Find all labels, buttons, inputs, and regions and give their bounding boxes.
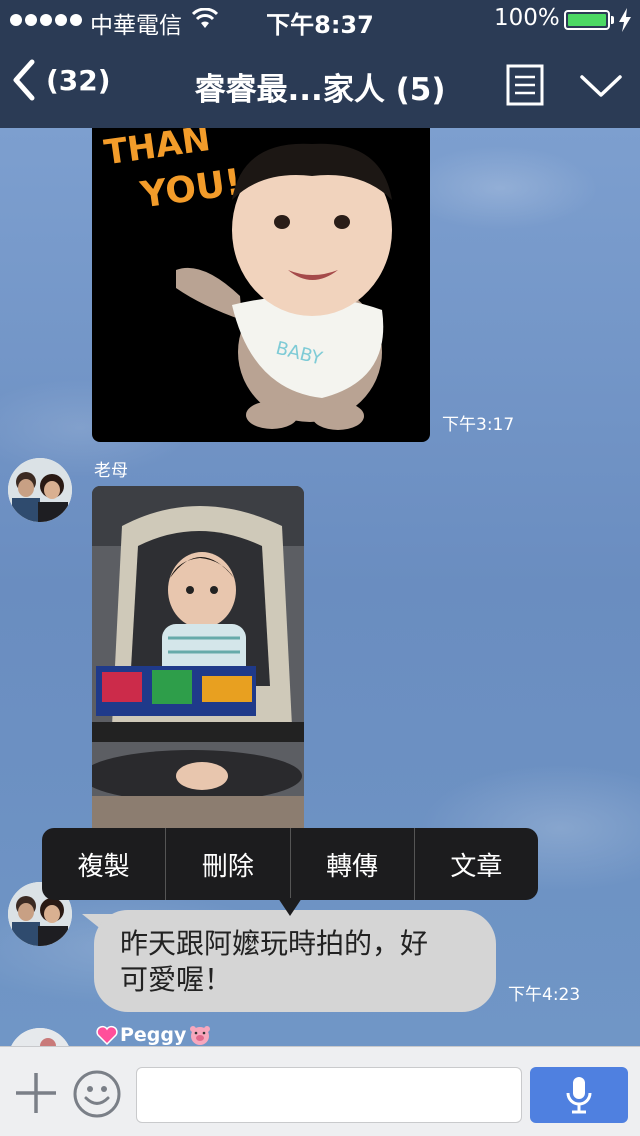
notes-icon[interactable]	[506, 64, 544, 106]
unread-count: (32)	[46, 63, 111, 97]
avatar[interactable]	[8, 1028, 72, 1046]
sticker-image[interactable]: THAN YOU! BABY	[92, 128, 430, 442]
nav-bar: (32) 睿睿最...家人 (5)	[0, 40, 640, 128]
post-menu-item[interactable]: 文章	[415, 828, 538, 900]
chevron-left-icon	[13, 59, 35, 101]
sticker-illustration: THAN YOU! BABY	[102, 128, 392, 430]
sender-name: 老母	[94, 461, 128, 481]
status-bar: 中華電信 下午8:37 100%	[0, 0, 640, 40]
delete-menu-item[interactable]: 刪除	[166, 828, 291, 900]
context-menu-pointer	[278, 898, 302, 916]
avatar-photo	[8, 458, 72, 522]
context-menu: 複製 刪除 轉傳 文章	[42, 828, 538, 900]
message-input[interactable]	[136, 1067, 522, 1123]
message-timestamp: 下午3:17	[442, 415, 515, 435]
battery-icon	[564, 10, 610, 30]
message-text-line1: 昨天跟阿嬤玩時拍的，好	[120, 927, 429, 960]
battery-tip	[611, 16, 614, 24]
pig-icon	[190, 1026, 211, 1045]
copy-menu-item[interactable]: 複製	[42, 828, 167, 900]
chat-area[interactable]: THAN YOU! BABY 下午3:17 老母 複製 刪除 轉傳 文章 昨天跟…	[0, 128, 640, 1046]
sticker-text-line1: THAN	[102, 128, 213, 173]
baby-stroller-photo	[92, 486, 304, 846]
forward-menu-item[interactable]: 轉傳	[291, 828, 415, 900]
chevron-down-icon[interactable]	[580, 74, 622, 98]
message-timestamp: 下午4:23	[508, 985, 581, 1005]
baby-photo[interactable]	[92, 486, 304, 846]
sender-name: Peggy	[96, 1024, 212, 1046]
charging-icon	[619, 8, 631, 32]
sender-name-text: Peggy	[120, 1024, 187, 1046]
heart-icon	[96, 1025, 118, 1045]
avatar[interactable]	[8, 458, 72, 522]
input-bar	[0, 1046, 640, 1136]
message-bubble[interactable]: 昨天跟阿嬤玩時拍的，好 可愛喔！	[94, 910, 496, 1012]
top-bar: 中華電信 下午8:37 100% (32) 睿睿最...家人 (5)	[0, 0, 640, 128]
emoji-icon[interactable]	[72, 1069, 122, 1119]
chat-title[interactable]: 睿睿最...家人 (5)	[150, 64, 490, 109]
sticker-text-line2: YOU!	[137, 162, 244, 217]
avatar-photo	[8, 1028, 72, 1046]
voice-button[interactable]	[530, 1067, 628, 1123]
message-text-line2: 可愛喔！	[120, 963, 233, 996]
microphone-icon	[566, 1077, 592, 1114]
back-button[interactable]: (32)	[10, 58, 111, 102]
plus-icon[interactable]	[14, 1071, 58, 1115]
battery-percent: 100%	[494, 5, 560, 31]
